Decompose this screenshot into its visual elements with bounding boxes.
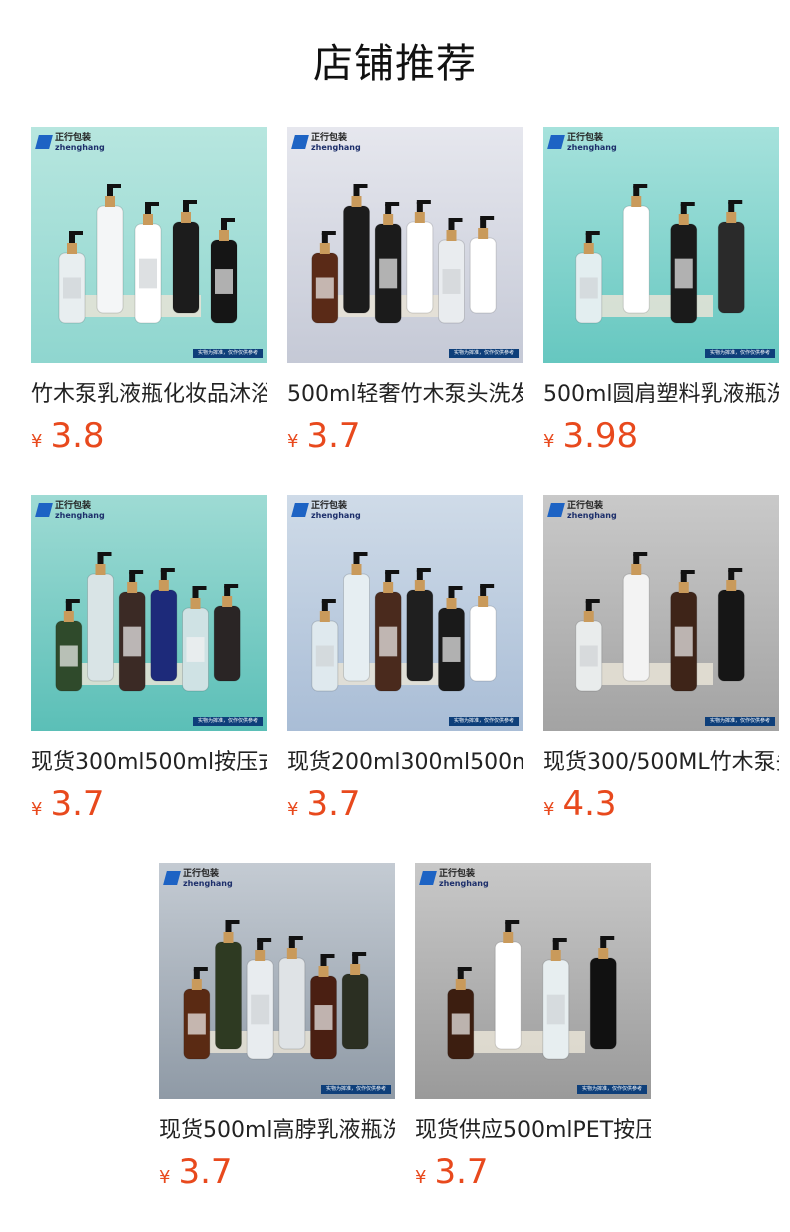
product-image[interactable]: 正行包装 zhenghang 实物为摔准，仅作仅供参考: [287, 127, 523, 363]
brand-name-en: zhenghang: [567, 511, 617, 520]
price-value: 3.7: [306, 416, 361, 456]
currency-symbol: ¥: [287, 431, 299, 452]
product-name[interactable]: 现货200ml300ml500ml洗护瓶: [287, 748, 523, 778]
brand-logo: 正行包装 zhenghang: [419, 869, 489, 889]
product-name[interactable]: 现货300/500ML竹木泵头洗手液瓶: [543, 748, 779, 778]
brand-logo-icon: [291, 135, 309, 149]
product-image[interactable]: 正行包装 zhenghang 实物为摔准，仅作仅供参考: [543, 127, 779, 363]
brand-logo: 正行包装 zhenghang: [163, 869, 233, 889]
price-value: 3.8: [50, 416, 105, 456]
brand-logo: 正行包装 zhenghang: [291, 501, 361, 521]
price-value: 3.7: [434, 1152, 489, 1192]
price-value: 3.7: [50, 784, 105, 824]
brand-name-en: zhenghang: [311, 511, 361, 520]
product-image[interactable]: 正行包装 zhenghang 实物为摔准，仅作仅供参考: [159, 863, 395, 1099]
product-name[interactable]: 500ml圆肩塑料乳液瓶洗护瓶: [543, 380, 779, 410]
product-photo: [415, 863, 651, 1099]
currency-symbol: ¥: [31, 431, 43, 452]
image-disclaimer-ribbon: 实物为摔准，仅作仅供参考: [704, 349, 775, 358]
brand-logo-icon: [291, 503, 309, 517]
product-name[interactable]: 竹木泵乳液瓶化妆品沐浴露瓶: [31, 380, 267, 410]
product-price: ¥3.7: [287, 416, 523, 456]
product-card[interactable]: 正行包装 zhenghang 实物为摔准，仅作仅供参考现货供应500mlPET按压…: [415, 863, 651, 1192]
currency-symbol: ¥: [543, 431, 555, 452]
brand-logo: 正行包装 zhenghang: [35, 133, 105, 153]
currency-symbol: ¥: [159, 1167, 171, 1188]
currency-symbol: ¥: [31, 799, 43, 820]
product-price: ¥3.7: [31, 784, 267, 824]
brand-name-en: zhenghang: [55, 511, 105, 520]
product-card[interactable]: 正行包装 zhenghang 实物为摔准，仅作仅供参考 500ml轻奢竹木泵头洗发水…: [287, 127, 523, 456]
product-card[interactable]: 正行包装 zhenghang 实物为摔准，仅作仅供参考现货200ml300ml50…: [287, 495, 523, 824]
image-disclaimer-ribbon: 实物为摔准，仅作仅供参考: [704, 717, 775, 726]
image-disclaimer-ribbon: 实物为摔准，仅作仅供参考: [448, 349, 519, 358]
product-price: ¥3.98: [543, 416, 779, 456]
brand-logo-icon: [419, 871, 437, 885]
brand-logo: 正行包装 zhenghang: [547, 133, 617, 153]
brand-logo-icon: [35, 503, 53, 517]
product-photo: [543, 495, 779, 731]
product-image[interactable]: 正行包装 zhenghang 实物为摔准，仅作仅供参考: [415, 863, 651, 1099]
image-disclaimer-ribbon: 实物为摔准，仅作仅供参考: [192, 717, 263, 726]
brand-logo-icon: [35, 135, 53, 149]
product-name[interactable]: 现货500ml高脖乳液瓶洗发水瓶: [159, 1116, 395, 1146]
currency-symbol: ¥: [543, 799, 555, 820]
brand-logo: 正行包装 zhenghang: [547, 501, 617, 521]
brand-logo-icon: [547, 503, 565, 517]
product-photo: [31, 127, 267, 363]
brand-name-cn: 正行包装: [311, 501, 348, 511]
currency-symbol: ¥: [287, 799, 299, 820]
product-photo: [287, 495, 523, 731]
brand-logo: 正行包装 zhenghang: [291, 133, 361, 153]
brand-name-cn: 正行包装: [439, 869, 476, 879]
product-card[interactable]: 正行包装 zhenghang 实物为摔准，仅作仅供参考现货300/500ML竹木泵…: [543, 495, 779, 824]
product-price: ¥3.8: [31, 416, 267, 456]
product-image[interactable]: 正行包装 zhenghang 实物为摔准，仅作仅供参考: [31, 495, 267, 731]
image-disclaimer-ribbon: 实物为摔准，仅作仅供参考: [448, 717, 519, 726]
brand-name-en: zhenghang: [311, 143, 361, 152]
brand-name-en: zhenghang: [55, 143, 105, 152]
product-image[interactable]: 正行包装 zhenghang 实物为摔准，仅作仅供参考: [543, 495, 779, 731]
product-image[interactable]: 正行包装 zhenghang 实物为摔准，仅作仅供参考: [31, 127, 267, 363]
product-photo: [287, 127, 523, 363]
brand-name-cn: 正行包装: [55, 501, 92, 511]
product-price: ¥3.7: [287, 784, 523, 824]
page-title: 店铺推荐: [313, 41, 477, 87]
product-price: ¥3.7: [415, 1152, 651, 1192]
product-card[interactable]: 正行包装 zhenghang 实物为摔准，仅作仅供参考现货300ml500ml按压…: [31, 495, 267, 824]
product-name[interactable]: 现货300ml500ml按压式乳液瓶: [31, 748, 267, 778]
brand-logo-icon: [163, 871, 181, 885]
image-disclaimer-ribbon: 实物为摔准，仅作仅供参考: [320, 1085, 391, 1094]
product-name[interactable]: 现货供应500mlPET按压泵乳液瓶: [415, 1116, 651, 1146]
product-card[interactable]: 正行包装 zhenghang 实物为摔准，仅作仅供参考竹木泵乳液瓶化妆品沐浴露瓶 ¥…: [31, 127, 267, 456]
price-value: 4.3: [562, 784, 617, 824]
product-card[interactable]: 正行包装 zhenghang 实物为摔准，仅作仅供参考 500ml圆肩塑料乳液瓶洗护…: [543, 127, 779, 456]
price-value: 3.7: [178, 1152, 233, 1192]
brand-name-cn: 正行包装: [311, 133, 348, 143]
price-value: 3.7: [306, 784, 361, 824]
brand-logo: 正行包装 zhenghang: [35, 501, 105, 521]
brand-name-cn: 正行包装: [183, 869, 220, 879]
product-photo: [159, 863, 395, 1099]
brand-name-en: zhenghang: [439, 879, 489, 888]
image-disclaimer-ribbon: 实物为摔准，仅作仅供参考: [576, 1085, 647, 1094]
product-name[interactable]: 500ml轻奢竹木泵头洗发水瓶: [287, 380, 523, 410]
brand-name-cn: 正行包装: [567, 501, 604, 511]
product-photo: [543, 127, 779, 363]
brand-logo-icon: [547, 135, 565, 149]
product-price: ¥4.3: [543, 784, 779, 824]
brand-name-cn: 正行包装: [567, 133, 604, 143]
brand-name-en: zhenghang: [183, 879, 233, 888]
product-price: ¥3.7: [159, 1152, 395, 1192]
price-value: 3.98: [562, 416, 639, 456]
image-disclaimer-ribbon: 实物为摔准，仅作仅供参考: [192, 349, 263, 358]
brand-name-cn: 正行包装: [55, 133, 92, 143]
product-photo: [31, 495, 267, 731]
currency-symbol: ¥: [415, 1167, 427, 1188]
product-card[interactable]: 正行包装 zhenghang 实物为摔准，仅作仅供参考现货500ml高脖乳液瓶洗发…: [159, 863, 395, 1192]
product-image[interactable]: 正行包装 zhenghang 实物为摔准，仅作仅供参考: [287, 495, 523, 731]
brand-name-en: zhenghang: [567, 143, 617, 152]
